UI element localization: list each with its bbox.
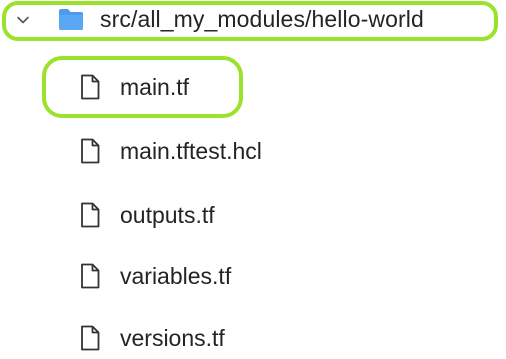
file-label: main.tf — [120, 74, 190, 100]
file-item-main-tf[interactable]: main.tf — [0, 67, 506, 107]
file-label: outputs.tf — [120, 202, 215, 228]
file-explorer-tree: src/all_my_modules/hello-world main.tf m… — [0, 0, 506, 359]
file-item-outputs-tf[interactable]: outputs.tf — [0, 195, 506, 235]
chevron-down-icon[interactable] — [16, 13, 30, 27]
file-icon — [81, 263, 100, 289]
file-item-versions-tf[interactable]: versions.tf — [0, 318, 506, 358]
file-label: main.tftest.hcl — [120, 138, 262, 164]
file-icon — [81, 325, 100, 351]
folder-label: src/all_my_modules/hello-world — [100, 6, 424, 32]
file-label: versions.tf — [120, 325, 225, 351]
file-item-main-tftest-hcl[interactable]: main.tftest.hcl — [0, 131, 506, 171]
file-label: variables.tf — [120, 263, 232, 289]
folder-icon — [59, 9, 83, 30]
file-icon — [81, 74, 100, 100]
file-item-variables-tf[interactable]: variables.tf — [0, 256, 506, 296]
folder-row[interactable]: src/all_my_modules/hello-world — [0, 0, 506, 40]
file-icon — [81, 138, 100, 164]
file-icon — [81, 202, 100, 228]
